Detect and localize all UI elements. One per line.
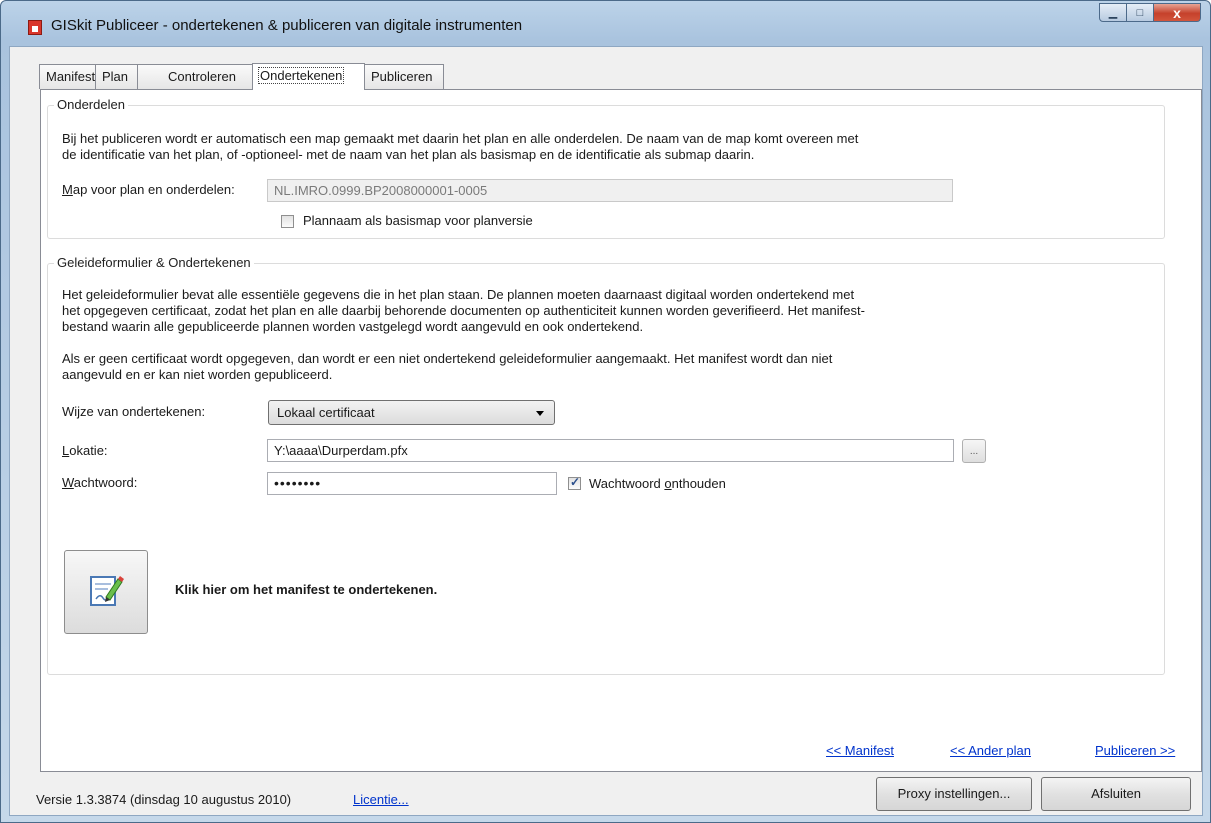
proxy-settings-button[interactable]: Proxy instellingen...: [876, 777, 1032, 811]
sign-document-icon: [90, 576, 124, 606]
map-field[interactable]: NL.IMRO.0999.BP2008000001-0005: [267, 179, 953, 202]
wachtwoord-field[interactable]: ••••••••: [267, 472, 557, 495]
wijze-selected-value: Lokaal certificaat: [277, 405, 375, 420]
basismap-label: Plannaam als basismap voor planversie: [303, 213, 533, 228]
geleide-description-line1: Het geleideformulier bevat alle essentië…: [62, 287, 855, 302]
lokatie-field[interactable]: Y:\aaaa\Durperdam.pfx: [267, 439, 954, 462]
wijze-select[interactable]: Lokaal certificaat: [268, 400, 555, 425]
map-label: Map voor plan en onderdelen:: [62, 182, 235, 198]
geleideformulier-group: Geleideformulier & Ondertekenen Het gele…: [47, 255, 1165, 675]
tab-label: Ondertekenen: [257, 67, 345, 84]
afsluiten-button[interactable]: Afsluiten: [1041, 777, 1191, 811]
map-label-text: ap voor plan en onderdelen:: [72, 182, 235, 197]
tab-plan[interactable]: Plan: [95, 64, 138, 89]
manifest-back-link[interactable]: << Manifest: [826, 743, 894, 758]
geleide-warning-line1: Als er geen certificaat wordt opgegeven,…: [62, 351, 833, 366]
app-icon[interactable]: [28, 20, 42, 35]
tab-ondertekenen[interactable]: Ondertekenen: [252, 63, 365, 90]
publiceren-next-link[interactable]: Publiceren >>: [1095, 743, 1175, 758]
tab-controleren[interactable]: Controleren: [137, 64, 253, 89]
onthouden-label-prefix: Wachtwoord: [589, 476, 665, 491]
basismap-checkbox[interactable]: [281, 215, 294, 228]
browse-button[interactable]: ...: [962, 439, 986, 463]
tab-publiceren[interactable]: Publiceren: [364, 64, 444, 89]
close-button[interactable]: x: [1154, 3, 1201, 22]
sign-manifest-button[interactable]: [64, 550, 148, 634]
onthouden-label-accesskey: o: [664, 476, 672, 491]
wachtwoord-label: Wachtwoord:: [62, 475, 137, 491]
geleide-description-line3: bestand waarin alle gepubliceerde planne…: [62, 319, 644, 334]
tab-manifest[interactable]: Manifest: [39, 64, 96, 89]
maximize-button[interactable]: □: [1127, 3, 1154, 22]
onthouden-checkbox[interactable]: [568, 475, 581, 490]
onthouden-label: Wachtwoord onthouden: [589, 476, 726, 492]
tab-page-ondertekenen: Onderdelen Bij het publiceren wordt er a…: [40, 89, 1202, 772]
version-text: Versie 1.3.3874 (dinsdag 10 augustus 201…: [36, 792, 292, 807]
application-window: GISkit Publiceer - ondertekenen & public…: [0, 0, 1211, 823]
tab-label: Publiceren: [371, 69, 433, 84]
client-area: Manifest Plan Controleren Ondertekenen P…: [9, 46, 1203, 816]
sign-manifest-label: Klik hier om het manifest te ondertekene…: [175, 582, 438, 597]
onderdelen-group: Onderdelen Bij het publiceren wordt er a…: [47, 97, 1165, 239]
lokatie-label-text: okatie:: [69, 443, 108, 458]
geleide-warning-line2: aangevuld en er kan niet worden gepublic…: [62, 367, 333, 382]
map-label-accesskey: M: [62, 182, 73, 197]
geleideformulier-legend: Geleideformulier & Ondertekenen: [54, 255, 254, 270]
tab-label: Controleren: [168, 69, 236, 84]
window-title: GISkit Publiceer - ondertekenen & public…: [51, 17, 523, 34]
geleide-description-line2: het opgegeven certificaat, zodat het pla…: [62, 303, 865, 318]
tab-label: Plan: [102, 69, 129, 84]
licentie-link[interactable]: Licentie...: [353, 792, 409, 807]
caption-buttons: ▁ □ x: [1099, 3, 1201, 23]
onthouden-label-rest: nthouden: [671, 476, 726, 491]
onderdelen-legend: Onderdelen: [54, 97, 128, 112]
tab-label: Manifest: [46, 69, 96, 84]
wijze-label: Wijze van ondertekenen:: [62, 404, 206, 419]
wachtwoord-label-accesskey: W: [62, 475, 74, 490]
ander-plan-link[interactable]: << Ander plan: [950, 743, 1031, 758]
onderdelen-description-line1: Bij het publiceren wordt er automatisch …: [62, 131, 859, 146]
dropdown-arrow-icon: [536, 411, 544, 416]
lokatie-label: Lokatie:: [62, 443, 108, 459]
minimize-button[interactable]: ▁: [1099, 3, 1127, 22]
onderdelen-description-line2: de identificatie van het plan, of -optio…: [62, 147, 755, 162]
title-bar[interactable]: GISkit Publiceer - ondertekenen & public…: [1, 1, 1210, 47]
wachtwoord-label-text: achtwoord:: [73, 475, 138, 490]
